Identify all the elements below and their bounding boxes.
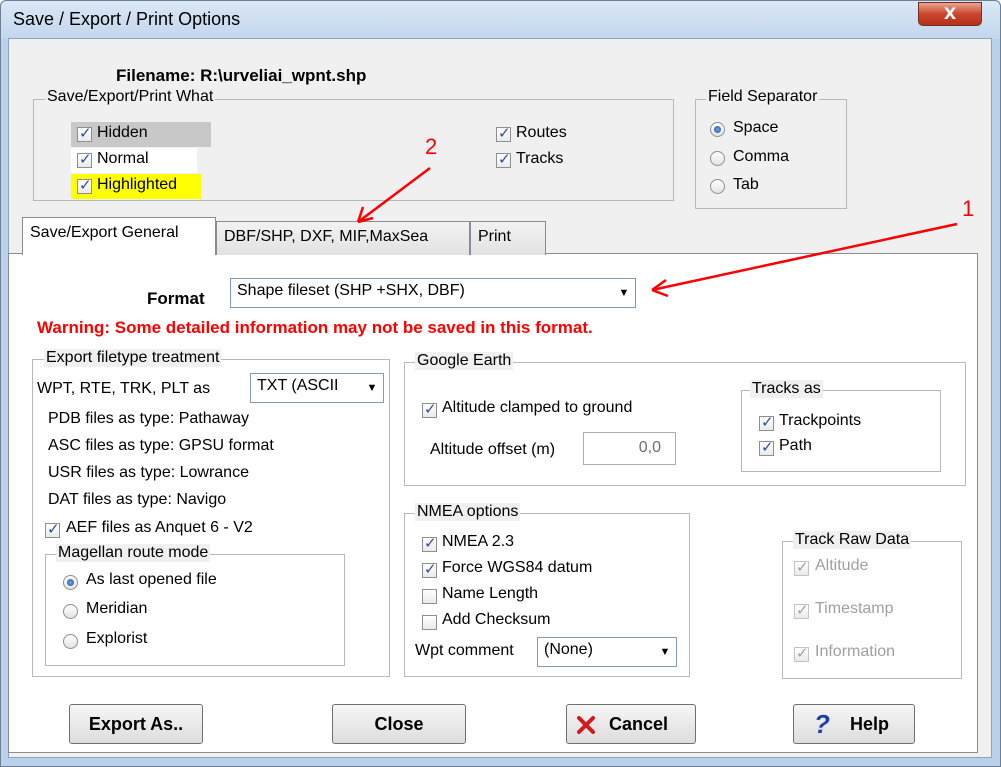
wpt-type-dropdown[interactable]: TXT (ASCII ▼ [250, 373, 384, 403]
asc-text: ASC files as type: GPSU format [48, 437, 274, 454]
window-close-button[interactable]: X [918, 2, 982, 26]
name-length-label: Name Length [442, 585, 539, 602]
checksum-label: Add Checksum [442, 611, 551, 628]
help-label: Help [850, 714, 890, 734]
tab-label: Print [478, 228, 511, 245]
raw-data-group-legend: Track Raw Data [793, 531, 912, 549]
tracks-as-groupbox [741, 390, 941, 472]
format-warning: Warning: Some detailed information may n… [37, 318, 593, 337]
altitude-clamped-label: Altitude clamped to ground [442, 399, 633, 416]
chevron-down-icon: ▼ [366, 382, 378, 394]
routes-label: Routes [516, 124, 567, 141]
tab-dbf-shp[interactable]: DBF/SHP, DXF, MIF,MaxSea [216, 221, 470, 255]
raw-information-label: Information [815, 643, 896, 660]
format-value: Shape fileset (SHP +SHX, DBF) [237, 282, 465, 299]
space-radio[interactable] [710, 122, 725, 137]
chevron-down-icon: ▼ [618, 287, 630, 299]
wpt-comment-value: (None) [544, 641, 593, 658]
nmea23-checkbox[interactable] [422, 534, 437, 552]
raw-altitude-label: Altitude [815, 557, 869, 574]
altitude-offset-label: Altitude offset (m) [430, 441, 556, 458]
trackpoints-checkbox[interactable] [759, 413, 774, 431]
close-label: Close [374, 714, 424, 734]
pdb-text: PDB files as type: Pathaway [48, 410, 249, 427]
annotation-number-2: 2 [425, 134, 438, 159]
export-as-label: Export As.. [88, 714, 184, 734]
path-checkbox[interactable] [759, 438, 774, 456]
close-button[interactable]: Close [332, 704, 466, 744]
raw-information-checkbox[interactable] [794, 644, 809, 662]
comma-label: Comma [733, 148, 790, 165]
raw-timestamp-checkbox[interactable] [794, 601, 809, 619]
tab-radio[interactable] [710, 179, 725, 194]
help-button[interactable]: ? Help [793, 704, 915, 744]
google-earth-group-legend: Google Earth [415, 352, 514, 370]
normal-checkbox[interactable] [77, 150, 92, 168]
dat-text: DAT files as type: Navigo [48, 491, 227, 508]
nmea23-label: NMEA 2.3 [442, 533, 515, 550]
name-length-checkbox[interactable] [422, 589, 437, 604]
filetype-group-legend: Export filetype treatment [44, 349, 222, 367]
comma-radio[interactable] [710, 151, 725, 166]
last-opened-radio[interactable] [63, 575, 78, 590]
raw-altitude-checkbox[interactable] [794, 558, 809, 576]
space-label: Space [733, 119, 779, 136]
filename-value: R:\urveliai_wpnt.shp [200, 66, 367, 85]
aef-checkbox[interactable] [45, 520, 60, 538]
filename-line: Filename: R:\urveliai_wpnt.shp [116, 66, 366, 86]
format-dropdown[interactable]: Shape fileset (SHP +SHX, DBF) ▼ [230, 278, 636, 308]
chevron-down-icon: ▼ [659, 646, 671, 658]
highlighted-checkbox[interactable] [77, 176, 92, 194]
last-opened-label: As last opened file [86, 571, 217, 588]
meridian-radio[interactable] [63, 604, 78, 619]
question-mark-icon: ? [814, 709, 830, 739]
altitude-clamped-checkbox[interactable] [422, 400, 437, 418]
meridian-label: Meridian [86, 600, 148, 617]
wpt-rte-label: WPT, RTE, TRK, PLT as [37, 380, 211, 397]
what-group-legend: Save/Export/Print What [45, 88, 216, 106]
wpt-type-value: TXT (ASCII [257, 377, 339, 394]
wpt-comment-dropdown[interactable]: (None) ▼ [537, 637, 677, 667]
filename-label: Filename: [116, 66, 196, 85]
tab-label: Save/Export General [30, 224, 179, 241]
altitude-offset-input[interactable]: 0,0 [583, 432, 676, 465]
magellan-group-legend: Magellan route mode [56, 544, 211, 562]
explorist-radio[interactable] [63, 634, 78, 649]
window-title: Save / Export / Print Options [13, 9, 241, 29]
path-label: Path [779, 437, 812, 454]
tab-label: Tab [733, 176, 759, 193]
x-mark-icon [577, 716, 595, 734]
annotation-number-1: 1 [962, 196, 975, 221]
checksum-checkbox[interactable] [422, 615, 437, 630]
wgs84-label: Force WGS84 datum [442, 559, 593, 576]
tracks-label: Tracks [516, 150, 564, 167]
format-label: Format [147, 289, 205, 308]
cancel-label: Cancel [609, 714, 669, 734]
separator-group-legend: Field Separator [706, 88, 820, 106]
tab-print[interactable]: Print [470, 221, 546, 255]
explorist-label: Explorist [86, 630, 148, 647]
normal-label: Normal [97, 150, 149, 167]
usr-text: USR files as type: Lowrance [48, 464, 249, 481]
export-as-button[interactable]: Export As.. [69, 704, 203, 744]
aef-label: AEF files as Anquet 6 - V2 [66, 519, 253, 536]
tracks-checkbox[interactable] [496, 150, 511, 168]
routes-checkbox[interactable] [496, 124, 511, 142]
tracks-as-group-legend: Tracks as [750, 380, 823, 398]
cancel-button[interactable]: Cancel [566, 704, 696, 744]
hidden-checkbox[interactable] [77, 124, 92, 142]
close-icon: X [943, 4, 957, 23]
tab-label: DBF/SHP, DXF, MIF,MaxSea [224, 228, 429, 245]
title-bar[interactable]: Save / Export / Print Options [1, 1, 1000, 39]
highlighted-label: Highlighted [97, 176, 178, 193]
wpt-comment-label: Wpt comment [415, 642, 514, 659]
nmea-group-legend: NMEA options [415, 503, 521, 521]
hidden-label: Hidden [97, 124, 148, 141]
tab-save-export-general[interactable]: Save/Export General [22, 217, 216, 255]
raw-timestamp-label: Timestamp [815, 600, 894, 617]
trackpoints-label: Trackpoints [779, 412, 862, 429]
wgs84-checkbox[interactable] [422, 560, 437, 578]
